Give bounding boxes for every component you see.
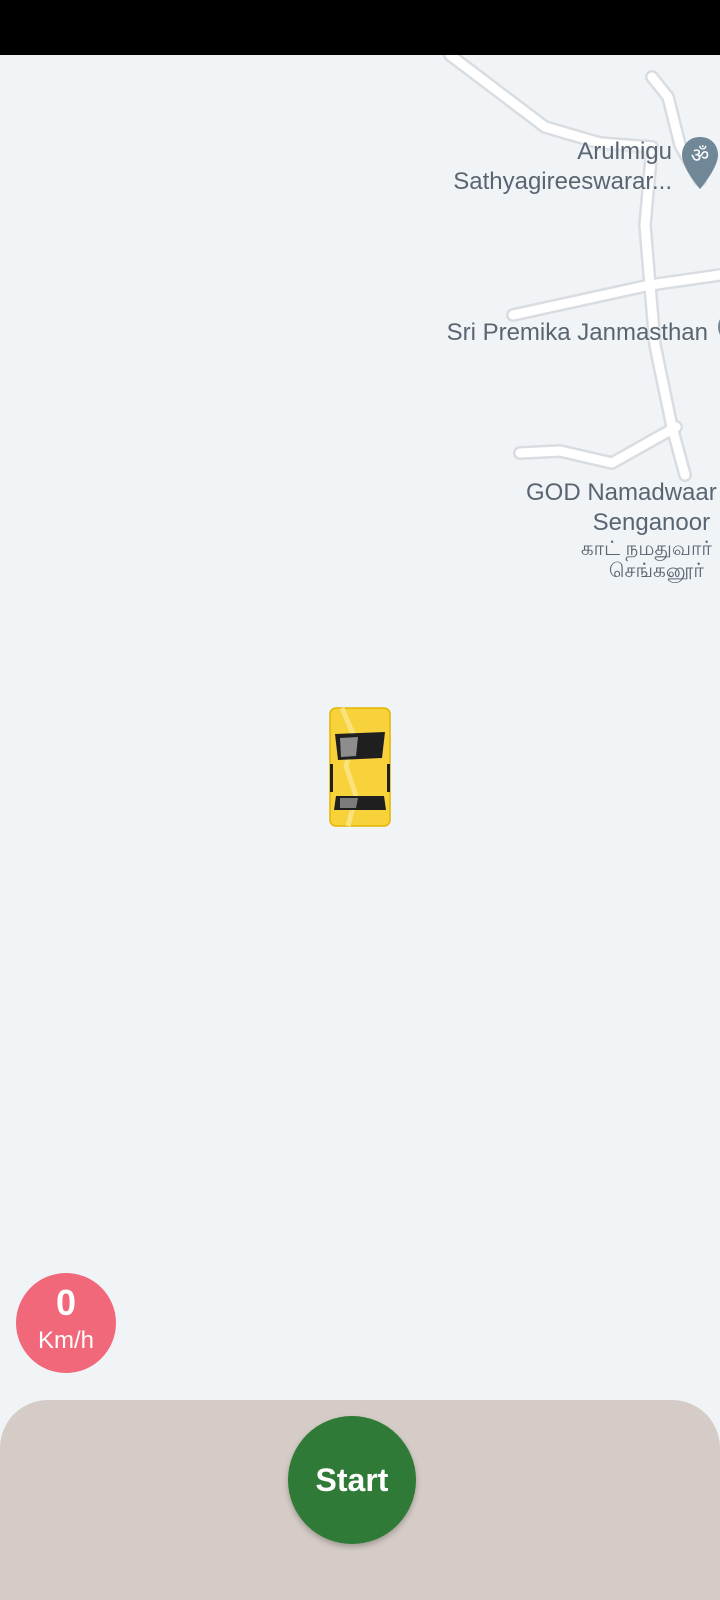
map-view[interactable]: Arulmigu Sathyagireeswarar... ॐ Sri Prem… xyxy=(0,55,720,1400)
place-pin-icon[interactable] xyxy=(714,307,720,363)
place-label-line: Senganoor xyxy=(592,509,711,536)
screen: Arulmigu Sathyagireeswarar... ॐ Sri Prem… xyxy=(0,0,720,1600)
start-button[interactable]: Start xyxy=(288,1416,416,1544)
place-label-god-namadwaar[interactable]: GOD Namadwaar Senganoor காட் நமதுவார் செ… xyxy=(526,478,717,582)
speedometer-badge: 0 Km/h xyxy=(16,1273,116,1373)
speed-unit: Km/h xyxy=(37,1327,94,1354)
place-label-line: Arulmigu xyxy=(577,138,672,165)
yellow-car-icon xyxy=(329,707,391,827)
place-label-line: GOD Namadwaar xyxy=(526,479,717,506)
place-label-line: காட் நமதுவார் xyxy=(580,538,712,560)
place-label-line: Sathyagireeswarar... xyxy=(453,168,672,195)
place-label-sri-premika[interactable]: Sri Premika Janmasthan xyxy=(447,318,708,348)
status-bar xyxy=(0,0,720,55)
place-label-line: Sri Premika Janmasthan xyxy=(446,319,708,346)
place-label-line: செங்கனூர் xyxy=(608,560,704,582)
speed-value: 0 xyxy=(55,1282,77,1323)
om-temple-pin-icon[interactable]: ॐ xyxy=(680,135,720,191)
svg-text:ॐ: ॐ xyxy=(691,143,709,167)
place-label-arulmigu[interactable]: Arulmigu Sathyagireeswarar... xyxy=(453,137,672,197)
